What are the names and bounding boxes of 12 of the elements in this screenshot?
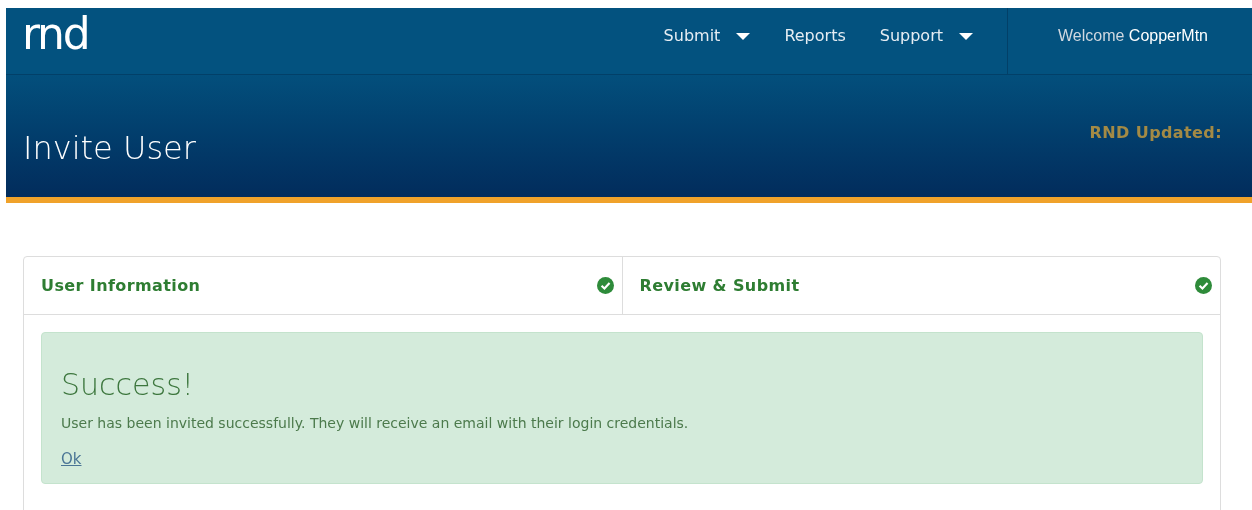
alert-title: Success! — [61, 367, 195, 403]
step-tab[interactable]: Review & Submit — [621, 257, 1220, 314]
page-title: Invite User — [23, 128, 196, 169]
welcome-text: Welcome CopperMtn — [1058, 26, 1208, 46]
nav-link[interactable]: Reports — [784, 24, 846, 48]
ok-link[interactable]: Ok — [61, 448, 82, 471]
nav-link[interactable]: Support — [879, 24, 973, 48]
alert-message: User has been invited successfully. They will receive an email with their login credentials. — [61, 414, 690, 433]
step-tab[interactable]: User Information — [24, 257, 622, 314]
updated-label: RND Updated: — [1089, 122, 1222, 144]
logo[interactable]: rnd — [22, 12, 89, 56]
nav-link[interactable]: Submit — [663, 24, 751, 48]
